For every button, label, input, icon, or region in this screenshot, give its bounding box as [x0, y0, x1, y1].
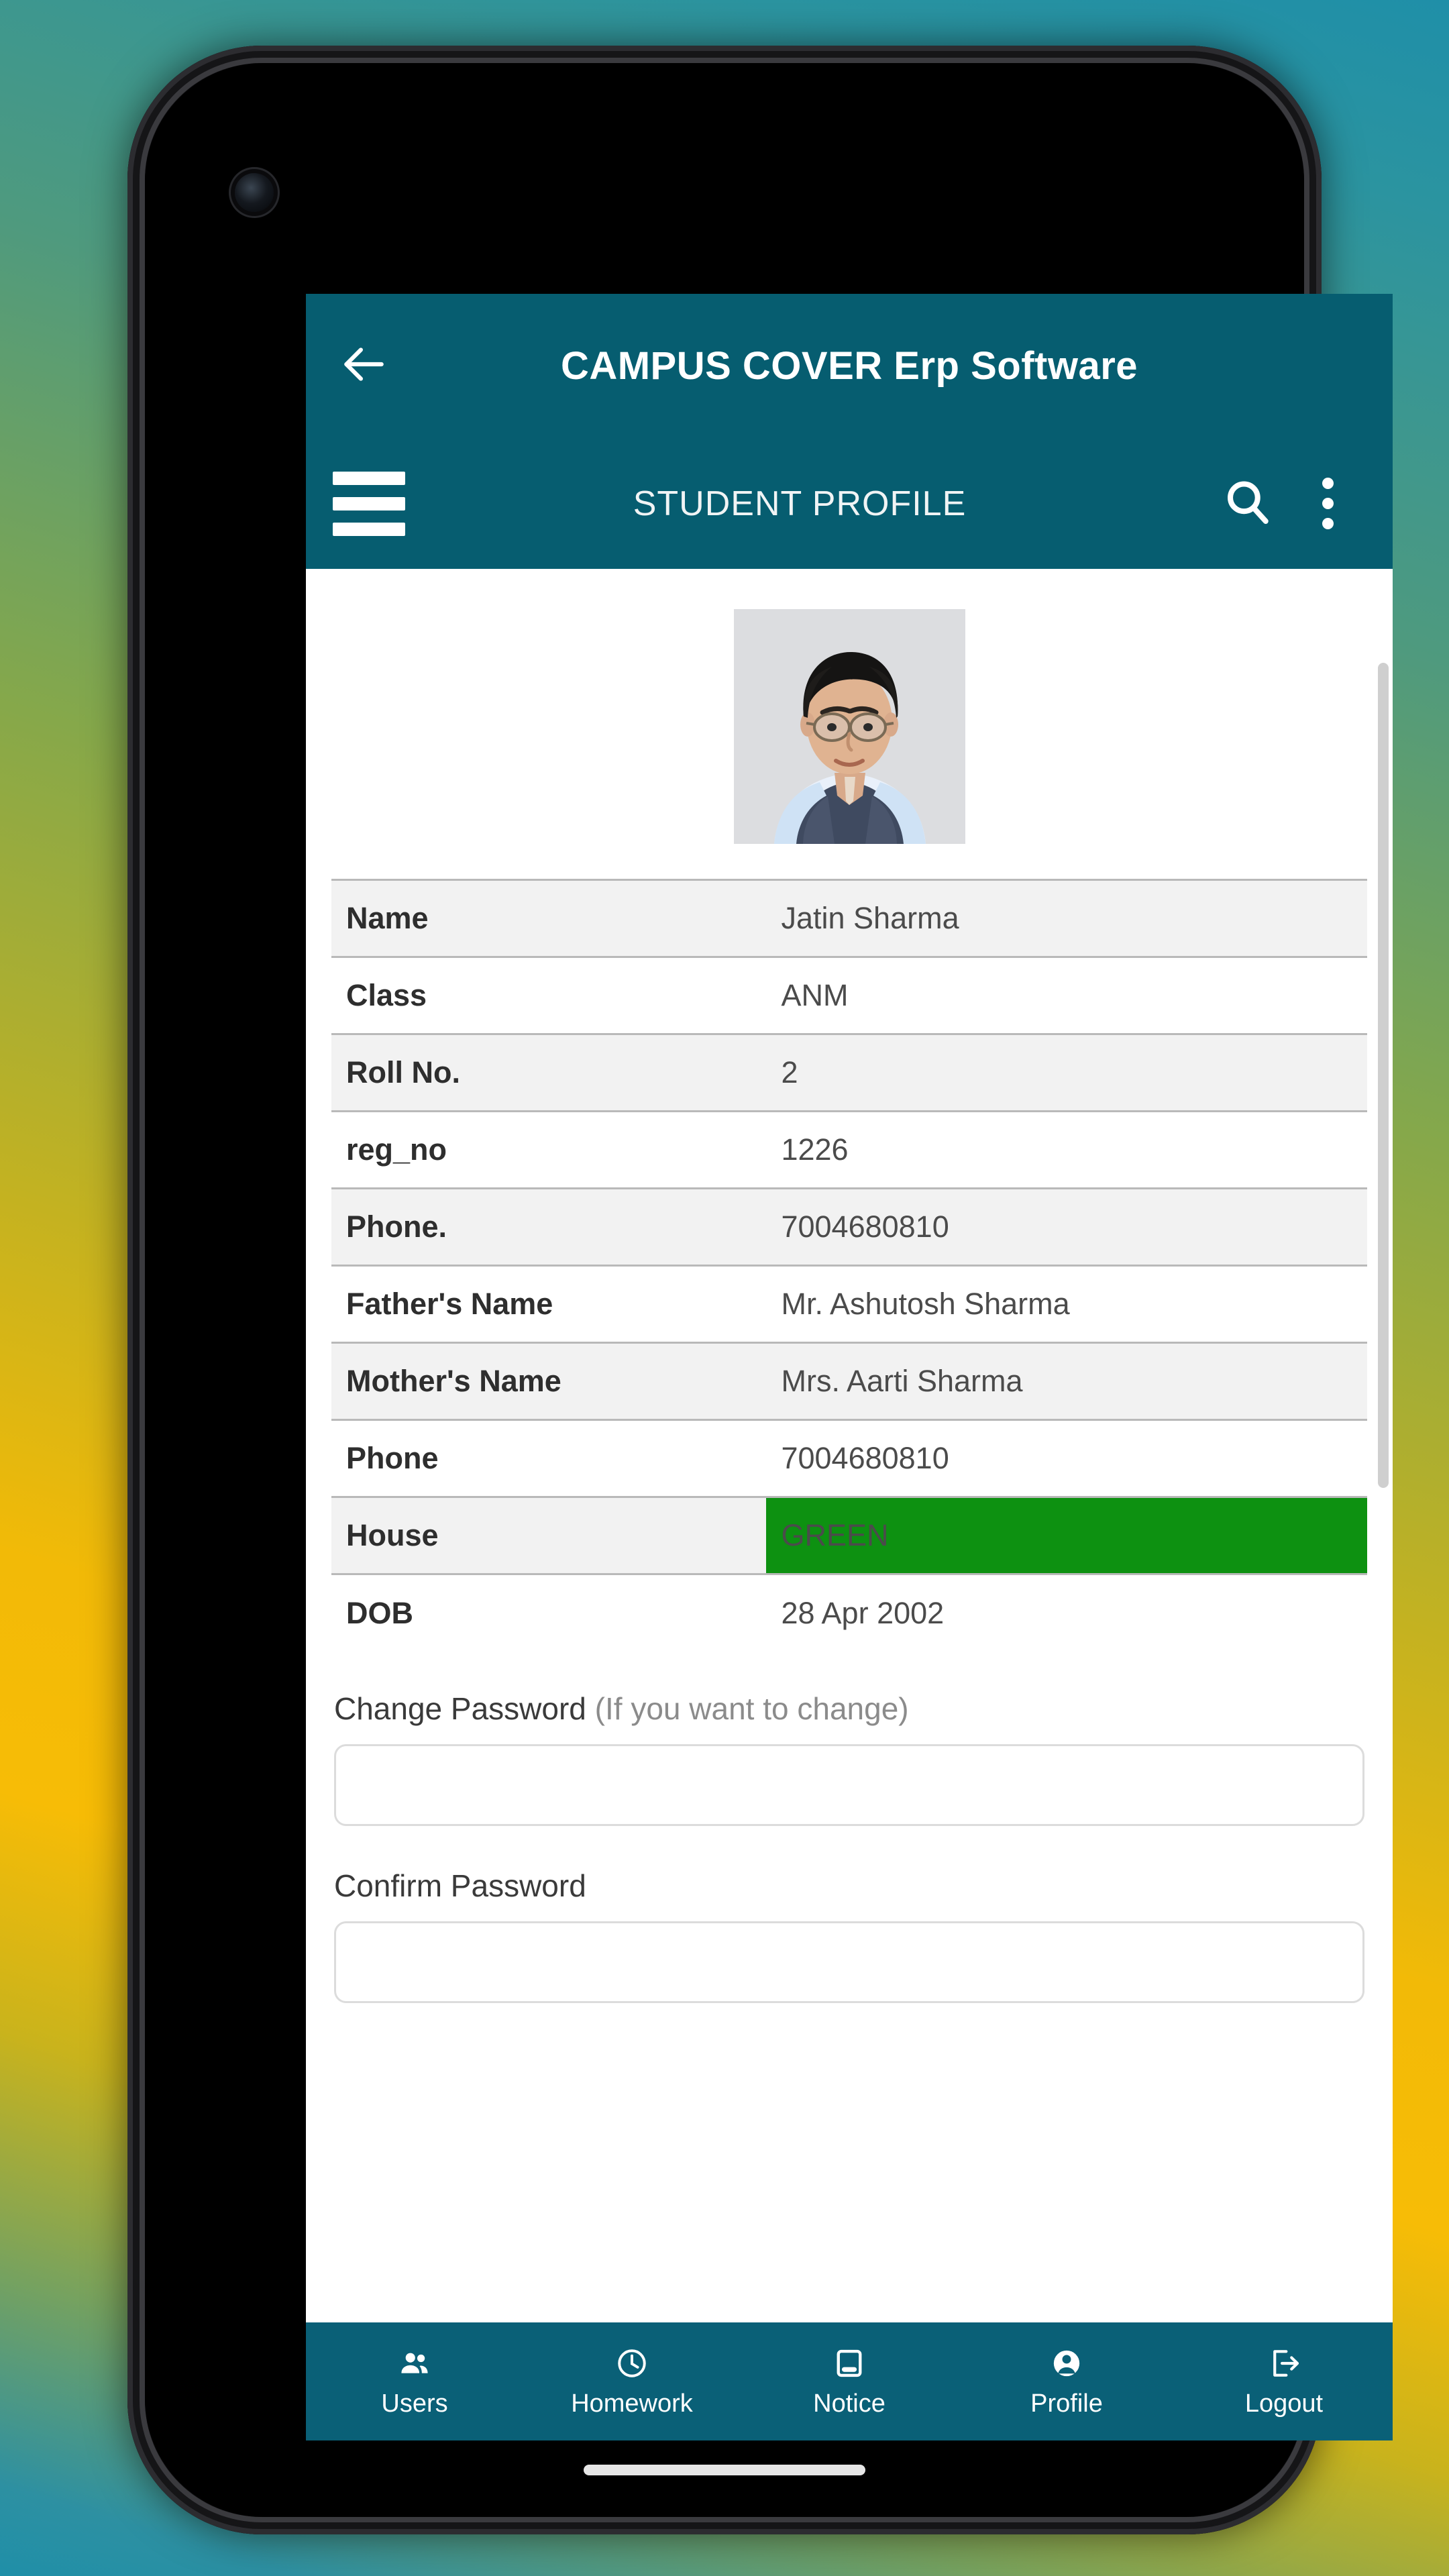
- student-photo-container: [306, 569, 1393, 879]
- row-label: Roll No.: [331, 1033, 767, 1112]
- row-label: DOB: [346, 1595, 413, 1630]
- search-icon: [1222, 477, 1272, 530]
- bottom-navigation-bar: Users Homework Notice Profile Logout: [306, 2322, 1393, 2440]
- row-label: Mother's Name: [331, 1342, 767, 1421]
- account-circle-icon: [1050, 2345, 1083, 2381]
- table-row: Mother's Name Mrs. Aarti Sharma: [331, 1342, 1367, 1421]
- row-value: ANM: [781, 978, 849, 1012]
- table-row: Class ANM: [331, 957, 1367, 1034]
- table-row: Phone 7004680810: [331, 1420, 1367, 1497]
- table-row: Father's Name Mr. Ashutosh Sharma: [331, 1266, 1367, 1343]
- nav-item-profile[interactable]: Profile: [958, 2345, 1175, 2418]
- row-label: Phone.: [331, 1187, 767, 1267]
- notice-board-icon: [833, 2345, 866, 2381]
- nav-label: Logout: [1244, 2389, 1324, 2418]
- table-row: Name Jatin Sharma: [331, 879, 1367, 958]
- row-value: Mr. Ashutosh Sharma: [781, 1287, 1070, 1321]
- row-value: 7004680810: [781, 1441, 949, 1475]
- row-label: Name: [331, 879, 767, 958]
- app-bar-title-row: CAMPUS COVER Erp Software: [306, 294, 1393, 438]
- people-icon: [398, 2345, 431, 2381]
- nav-label: Homework: [571, 2389, 693, 2418]
- phone-device-frame: CAMPUS COVER Erp Software STUDENT PROFIL…: [127, 46, 1393, 2534]
- gesture-home-indicator[interactable]: [584, 2465, 865, 2475]
- table-row: DOB 28 Apr 2002: [331, 1574, 1367, 1652]
- nav-item-homework[interactable]: Homework: [523, 2345, 741, 2418]
- nav-item-users[interactable]: Users: [306, 2345, 523, 2418]
- arrow-left-icon: [338, 339, 388, 392]
- hamburger-menu-icon: [333, 496, 405, 511]
- row-label: Phone: [346, 1441, 439, 1475]
- more-vertical-icon: [1322, 478, 1334, 489]
- change-password-form: Change Password (If you want to change) …: [306, 1652, 1393, 2003]
- row-value: 2: [766, 1033, 1367, 1112]
- change-password-input[interactable]: [334, 1743, 1364, 1826]
- phone-screen: CAMPUS COVER Erp Software STUDENT PROFIL…: [306, 294, 1393, 2440]
- back-button[interactable]: [313, 339, 413, 392]
- row-label: Father's Name: [346, 1287, 553, 1321]
- profile-content-scroll[interactable]: Name Jatin Sharma Class ANM Roll No. 2 r…: [306, 569, 1393, 2373]
- row-label: House: [331, 1496, 767, 1575]
- confirm-password-label: Confirm Password: [334, 1868, 586, 1903]
- house-badge: GREEN: [766, 1496, 1367, 1575]
- row-value: Jatin Sharma: [766, 879, 1367, 958]
- table-row-house: House GREEN: [331, 1496, 1367, 1575]
- nav-item-notice[interactable]: Notice: [741, 2345, 958, 2418]
- avatar: [733, 609, 965, 844]
- more-vertical-icon: [1322, 518, 1334, 529]
- row-value: Mrs. Aarti Sharma: [766, 1342, 1367, 1421]
- nav-item-logout[interactable]: Logout: [1175, 2345, 1393, 2418]
- logout-icon: [1267, 2345, 1301, 2381]
- screen-title: STUDENT PROFILE: [633, 484, 967, 523]
- row-value: 7004680810: [766, 1187, 1367, 1267]
- page-title: CAMPUS COVER Erp Software: [560, 344, 1138, 388]
- more-vertical-icon: [1322, 498, 1334, 509]
- row-value: 1226: [781, 1132, 849, 1167]
- row-value: 28 Apr 2002: [781, 1595, 945, 1630]
- app-bar: CAMPUS COVER Erp Software STUDENT PROFIL…: [306, 294, 1393, 569]
- change-password-hint: (If you want to change): [594, 1690, 909, 1726]
- search-button[interactable]: [1203, 477, 1291, 530]
- student-info-table: Name Jatin Sharma Class ANM Roll No. 2 r…: [331, 879, 1367, 1652]
- nav-label: Users: [381, 2389, 448, 2418]
- nav-label: Profile: [1030, 2389, 1103, 2418]
- hamburger-menu-icon: [333, 471, 405, 485]
- change-password-label-text: Change Password: [334, 1690, 595, 1726]
- front-camera-icon: [235, 173, 274, 212]
- table-row: Phone. 7004680810: [331, 1187, 1367, 1267]
- table-row: Roll No. 2: [331, 1033, 1367, 1112]
- hamburger-menu-icon: [333, 522, 405, 536]
- confirm-password-input[interactable]: [334, 1921, 1364, 2003]
- change-password-label: Change Password (If you want to change): [334, 1690, 1364, 1727]
- nav-label: Notice: [813, 2389, 885, 2418]
- more-options-button[interactable]: [1291, 478, 1364, 529]
- vertical-scrollbar[interactable]: [1378, 663, 1389, 1488]
- app-bar-action-row: STUDENT PROFILE: [306, 438, 1393, 569]
- wallpaper-background: CAMPUS COVER Erp Software STUDENT PROFIL…: [0, 0, 1449, 2576]
- row-label: reg_no: [346, 1132, 447, 1167]
- table-row: reg_no 1226: [331, 1112, 1367, 1189]
- row-label: Class: [346, 978, 427, 1012]
- clock-icon: [615, 2345, 649, 2381]
